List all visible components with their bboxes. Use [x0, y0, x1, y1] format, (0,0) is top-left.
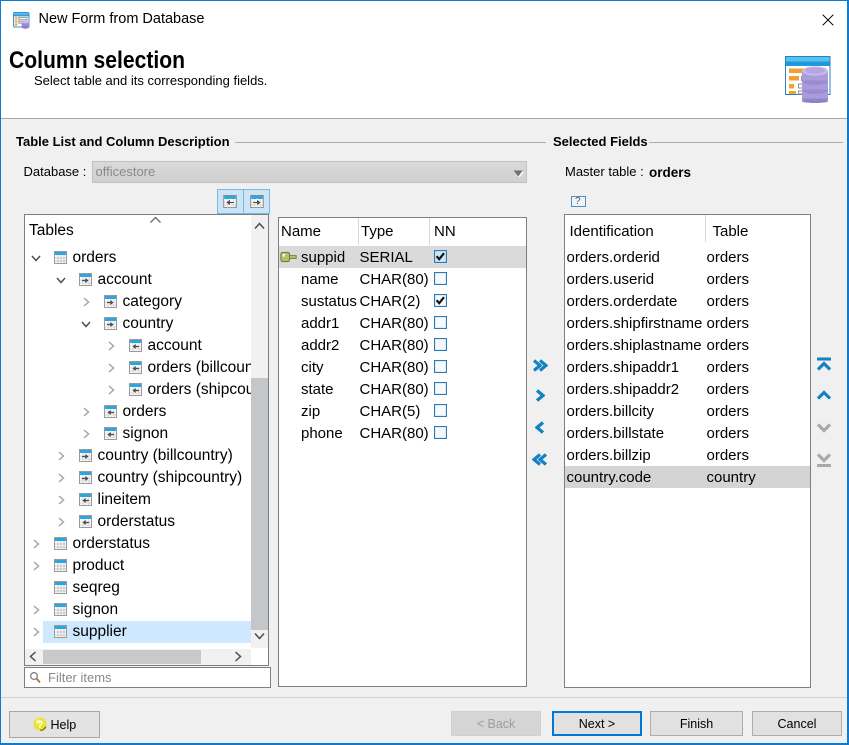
svg-text:?: ? — [36, 719, 43, 731]
